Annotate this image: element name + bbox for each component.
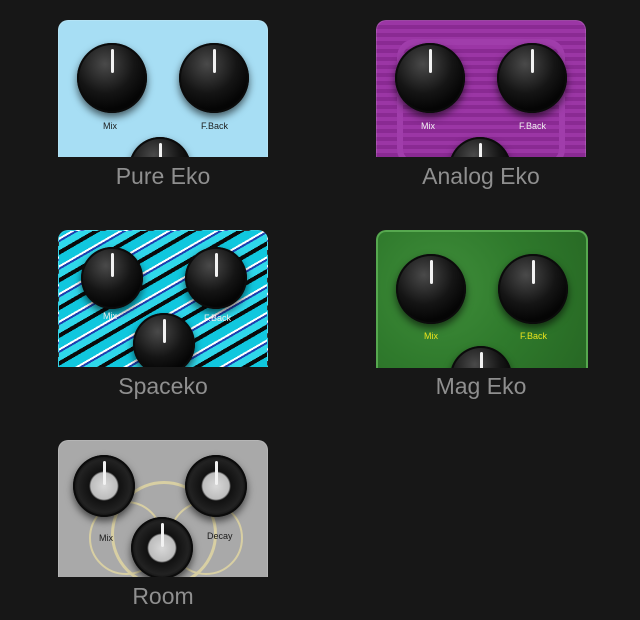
knob-label-mix: Mix — [99, 533, 113, 543]
pedal-analog-eko-image: Mix F.Back — [376, 20, 586, 157]
mix-knob-icon — [396, 254, 466, 324]
feedback-knob-icon — [185, 247, 247, 309]
mix-knob-icon — [73, 455, 135, 517]
time-knob-icon — [129, 137, 191, 157]
pedal-tile-room[interactable]: Mix Decay Room — [58, 440, 268, 620]
pedal-name-spaceko: Spaceko — [118, 373, 208, 399]
pedal-name-pure-eko: Pure Eko — [115, 163, 211, 189]
knob-label-feedback: F.Back — [201, 121, 229, 131]
knob-label-mix: Mix — [103, 311, 117, 321]
pedal-name-analog-eko: Analog Eko — [422, 163, 540, 189]
time-knob-icon — [450, 346, 512, 368]
knob-label-mix: Mix — [103, 121, 117, 131]
pedal-mag-eko-image: Mix F.Back — [376, 230, 588, 368]
pedal-room-image: Mix Decay — [58, 440, 268, 577]
pedal-tile-mag-eko[interactable]: Mix F.Back Mag Eko — [376, 230, 588, 410]
pedal-tile-analog-eko[interactable]: Mix F.Back Analog Eko — [376, 20, 586, 200]
feedback-knob-icon — [179, 43, 249, 113]
pedal-name-room: Room — [132, 583, 194, 609]
knob-label-feedback: F.Back — [520, 331, 548, 341]
mix-knob-icon — [395, 43, 465, 113]
mix-knob-icon — [77, 43, 147, 113]
pedal-tile-pure-eko[interactable]: Mix F.Back Pure Eko — [58, 20, 268, 200]
pedal-spaceko-image: Mix F.Back — [58, 230, 268, 367]
knob-label-decay: Decay — [207, 531, 233, 541]
knob-label-feedback: F.Back — [204, 313, 232, 323]
knob-label-mix: Mix — [424, 331, 438, 341]
knob-label-feedback: F.Back — [519, 121, 547, 131]
mix-knob-icon — [81, 247, 143, 309]
pedal-tile-spaceko[interactable]: Mix F.Back Spaceko — [58, 230, 268, 410]
knob-label-mix: Mix — [421, 121, 435, 131]
pedal-pure-eko-image: Mix F.Back — [58, 20, 268, 157]
size-knob-icon — [131, 517, 193, 577]
decay-knob-icon — [185, 455, 247, 517]
pedal-name-mag-eko: Mag Eko — [435, 373, 527, 399]
feedback-knob-icon — [498, 254, 568, 324]
time-knob-icon — [133, 313, 195, 367]
feedback-knob-icon — [497, 43, 567, 113]
